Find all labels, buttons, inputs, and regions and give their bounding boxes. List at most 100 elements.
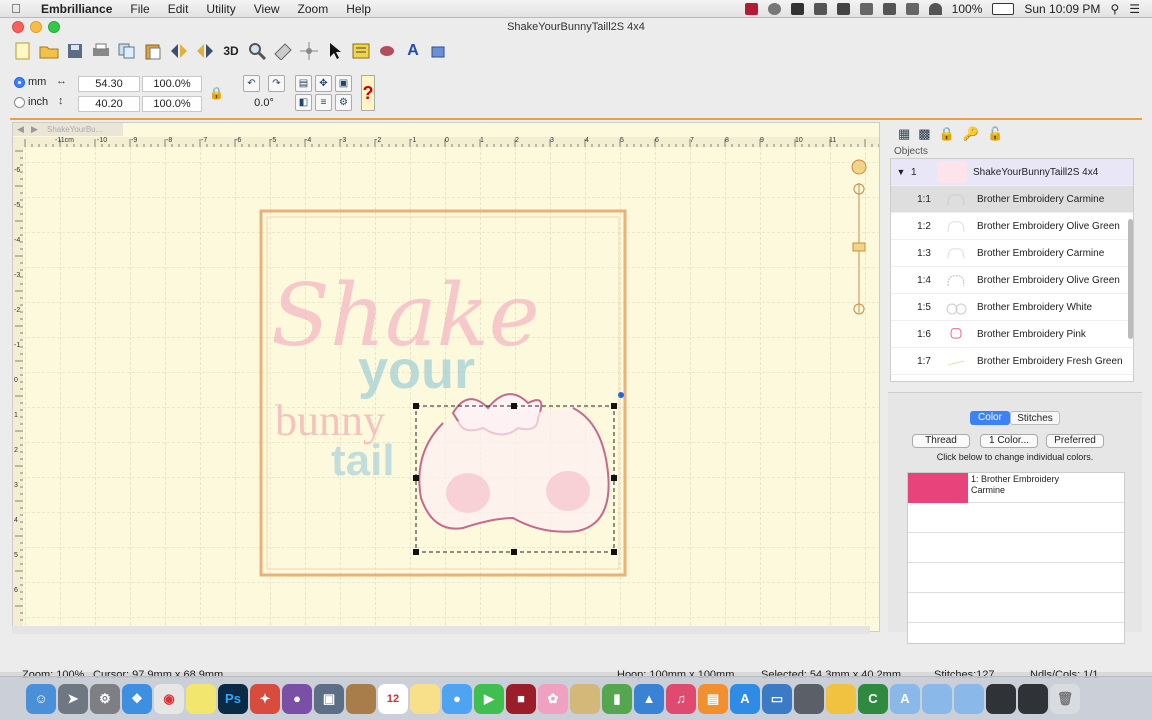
text-tool-icon[interactable]: A <box>402 40 424 62</box>
s-app-icon[interactable] <box>790 3 804 15</box>
sync-icon[interactable] <box>767 3 781 15</box>
notes-icon[interactable] <box>410 683 440 714</box>
rotate-left-icon[interactable]: ↶ <box>243 75 260 92</box>
disclosure-icon[interactable]: ▼ <box>891 167 911 177</box>
minimize-window-button[interactable] <box>30 21 42 33</box>
bluetooth-icon[interactable] <box>905 3 919 15</box>
itunes-icon[interactable]: ♫ <box>666 683 696 714</box>
color-row[interactable]: 1: Brother Embroidery Carmine <box>908 473 1124 503</box>
print-icon[interactable] <box>90 40 112 62</box>
open-folder-icon[interactable] <box>38 40 60 62</box>
numbers-icon[interactable]: ▮ <box>602 683 632 714</box>
object-row[interactable]: 1:2 Brother Embroidery Olive Green <box>891 213 1133 240</box>
unit-inch-radio[interactable] <box>14 97 25 108</box>
object-row[interactable]: 1:3 Brother Embroidery Carmine <box>891 240 1133 267</box>
object-row[interactable]: 1:5 Brother Embroidery White <box>891 294 1133 321</box>
copy-icon[interactable] <box>116 40 138 62</box>
width-percent-input[interactable]: 100.0% <box>142 76 202 92</box>
downloads-folder-icon[interactable] <box>954 683 984 714</box>
battery-percent[interactable]: 100% <box>952 2 983 16</box>
object-parent-row[interactable]: ▼ 1 ShakeYourBunnyTaill2S 4x4 <box>891 159 1133 186</box>
battery-icon[interactable] <box>992 3 1015 15</box>
notification-center-icon[interactable]: ☰ <box>1129 2 1140 16</box>
ungroup-icon[interactable]: ▩ <box>918 126 930 142</box>
documents-folder-icon[interactable] <box>922 683 952 714</box>
safari-icon[interactable]: ❖ <box>122 683 152 714</box>
help-icon[interactable]: ? <box>361 75 375 111</box>
photoshop-icon[interactable]: Ps <box>218 683 248 714</box>
menu-view[interactable]: View <box>245 0 289 18</box>
terminal-screens-icon[interactable]: ▭ <box>762 683 792 714</box>
system-preferences-icon[interactable]: ⚙ <box>90 683 120 714</box>
save-icon[interactable] <box>64 40 86 62</box>
tab-color[interactable]: Color <box>970 411 1010 425</box>
color-swatch[interactable] <box>908 473 968 503</box>
messages-icon[interactable]: ● <box>442 683 472 714</box>
thread-color-icon[interactable] <box>376 40 398 62</box>
stickies-icon[interactable] <box>186 683 216 714</box>
app-store-icon[interactable]: A <box>730 683 760 714</box>
group-icon[interactable]: ▦ <box>898 126 910 142</box>
unlock-icon[interactable]: 🔓 <box>987 126 1003 142</box>
ibooks-icon[interactable]: ▤ <box>698 683 728 714</box>
rotation-input[interactable]: 0.0° <box>243 96 285 112</box>
apple-menu-icon[interactable]:  <box>0 1 32 16</box>
menu-file[interactable]: File <box>121 0 158 18</box>
lock-icon[interactable]: 🔒 <box>939 126 955 142</box>
applications-folder-icon[interactable]: A <box>890 683 920 714</box>
new-file-icon[interactable] <box>12 40 34 62</box>
height-input[interactable]: 40.20 <box>78 96 140 112</box>
hummingbird-app-icon[interactable]: ✦ <box>250 683 280 714</box>
screen-icon[interactable] <box>859 3 873 15</box>
pages-icon[interactable] <box>570 683 600 714</box>
facetime-icon[interactable]: ▶ <box>474 683 504 714</box>
align-special-icon[interactable]: ⚙ <box>335 94 352 111</box>
bookmark-icon[interactable] <box>813 3 827 15</box>
select-arrow-icon[interactable] <box>324 40 346 62</box>
menu-clock[interactable]: Sun 10:09 PM <box>1024 2 1100 16</box>
object-row[interactable]: 1:1 Brother Embroidery Carmine <box>891 186 1133 213</box>
object-row[interactable]: 1:4 Brother Embroidery Olive Green <box>891 267 1133 294</box>
chrome-icon[interactable]: ◉ <box>154 683 184 714</box>
center-icon[interactable]: ✥ <box>315 75 332 92</box>
object-row[interactable]: 1:7 Brother Embroidery Fresh Green <box>891 348 1133 375</box>
lock-all-icon[interactable]: 🔑 <box>963 126 979 142</box>
mirror-vertical-icon[interactable] <box>194 40 216 62</box>
photos-icon[interactable]: ✿ <box>538 683 568 714</box>
preferred-button[interactable]: Preferred <box>1046 434 1104 448</box>
merge-icon[interactable] <box>428 40 450 62</box>
one-color-button[interactable]: 1 Color... <box>980 434 1038 448</box>
rotate-right-icon[interactable]: ↷ <box>268 75 285 92</box>
menu-embrilliance[interactable]: Embrilliance <box>32 0 121 18</box>
paste-icon[interactable] <box>142 40 164 62</box>
object-row[interactable]: 1:6 Brother Embroidery Pink <box>891 321 1133 348</box>
mirror-horizontal-icon[interactable] <box>168 40 190 62</box>
width-input[interactable]: 54.30 <box>78 76 140 92</box>
launchpad-icon[interactable]: ➤ <box>58 683 88 714</box>
notebook-icon[interactable] <box>346 683 376 714</box>
height-percent-input[interactable]: 100.0% <box>142 96 202 112</box>
photo-slides-icon[interactable] <box>794 683 824 714</box>
status-app-icon[interactable] <box>744 3 758 15</box>
trash-icon[interactable]: 🗑 <box>1050 683 1080 714</box>
zoom-window-button[interactable] <box>48 21 60 33</box>
thread-button[interactable]: Thread <box>912 434 970 448</box>
folder-icon[interactable] <box>826 683 856 714</box>
menu-zoom[interactable]: Zoom <box>289 0 338 18</box>
objects-scrollbar[interactable] <box>1128 219 1133 339</box>
center-hoop-icon[interactable]: ▣ <box>335 75 352 92</box>
calendar-icon[interactable]: 12 <box>378 683 408 714</box>
tab-stitches[interactable]: Stitches <box>1010 411 1060 425</box>
lock-aspect-icon[interactable]: 🔒 <box>208 86 225 103</box>
preview-icon[interactable]: ▣ <box>314 683 344 714</box>
unit-mm-radio[interactable] <box>14 77 25 88</box>
spotlight-icon[interactable]: ⚲ <box>1110 2 1119 16</box>
properties-icon[interactable] <box>350 40 372 62</box>
3d-view-icon[interactable]: 3D <box>220 40 242 62</box>
photo-booth-icon[interactable]: ■ <box>506 683 536 714</box>
design-canvas[interactable]: ShakeYourBu... ◀ ▶ Shake your bunny tail <box>12 122 880 632</box>
menu-utility[interactable]: Utility <box>197 0 244 18</box>
dropbox-icon[interactable] <box>836 3 850 15</box>
align-left-icon[interactable]: ◧ <box>295 94 312 111</box>
volume-icon[interactable] <box>882 3 896 15</box>
